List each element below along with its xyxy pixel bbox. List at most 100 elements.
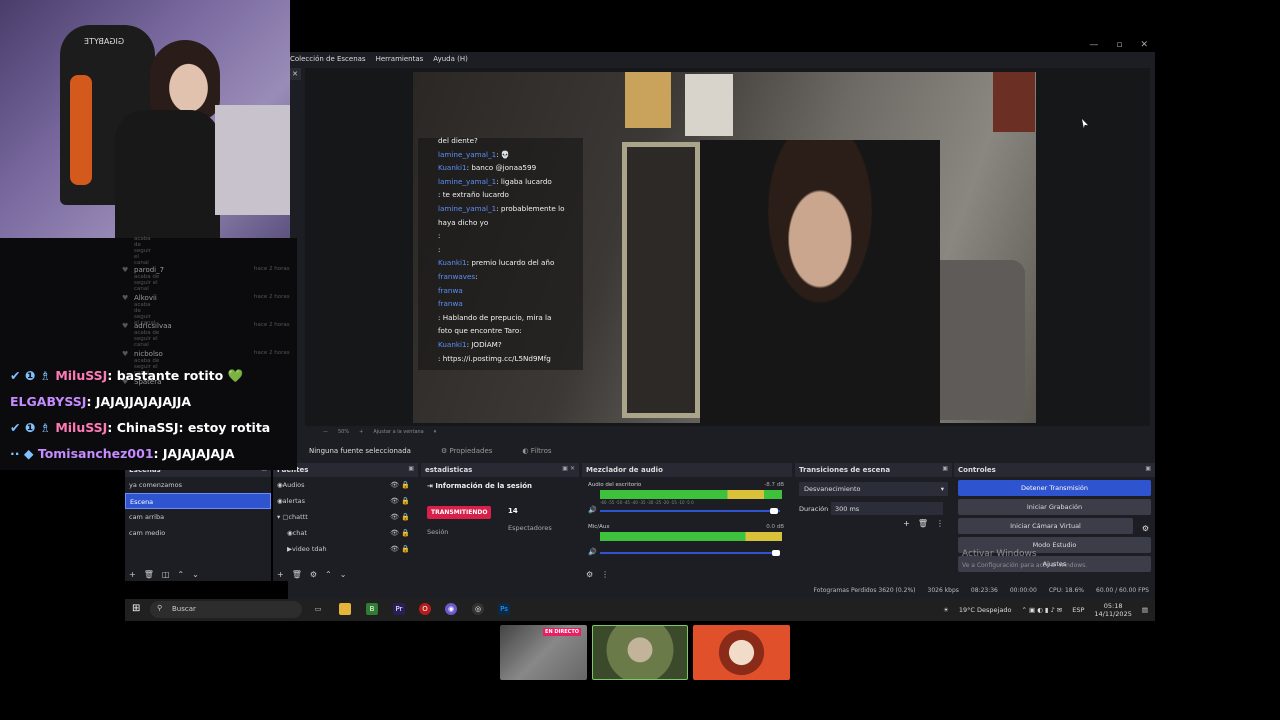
event-time: hace 2 horas [254, 294, 290, 300]
source-item[interactable]: ▶ video tdah 👁 🔒 [273, 541, 418, 557]
stream-time: 08:23:36 [970, 586, 998, 594]
taskbar-search[interactable]: ⚲ Buscar [150, 601, 302, 618]
dock-menu-icon[interactable]: ▣ [942, 465, 948, 472]
slider-handle[interactable] [770, 508, 778, 514]
clock[interactable]: 05:18 14/11/2025 [1094, 602, 1131, 618]
file-explorer-icon[interactable] [339, 603, 351, 615]
arrow-up-icon[interactable]: ⌃ [177, 570, 184, 579]
source-name: video tdah [292, 545, 327, 553]
session-label: Sesión [427, 528, 449, 536]
filters-button[interactable]: ◐ Filtros [522, 447, 551, 455]
streamer-body [115, 110, 220, 238]
photoshop-icon[interactable]: Ps [498, 603, 510, 615]
visibility-lock-icon[interactable]: 👁 🔒 [390, 481, 410, 489]
windows-start-icon[interactable]: ⊞ [132, 603, 140, 614]
add-icon[interactable]: + [903, 519, 910, 528]
live-badge: EN DIRECTO [543, 628, 581, 636]
tray-icons[interactable]: ⌃ ▣ ◐ ▮ ♪ ✉ [1021, 606, 1062, 614]
chat-message: ✔ ❶ ♗ MiluSSJ: bastante rotito 💚 [10, 368, 243, 384]
close-icon[interactable]: ▣ ✕ [562, 465, 575, 472]
duration-label: Duración [799, 505, 829, 513]
arrow-up-icon[interactable]: ⌃ [325, 570, 332, 579]
source-item[interactable]: ◉ chat 👁 🔒 [273, 525, 418, 541]
premiere-icon[interactable]: Pr [393, 603, 405, 615]
visibility-lock-icon[interactable]: 👁 🔒 [390, 545, 410, 553]
properties-button[interactable]: ⚙ Propiedades [441, 447, 492, 455]
visibility-lock-icon[interactable]: 👁 🔒 [390, 529, 410, 537]
source-item[interactable]: ◉ Audios 👁 🔒 [273, 477, 418, 493]
notification-icon[interactable]: ▤ [1142, 606, 1148, 614]
close-icon[interactable]: ✕ [1140, 40, 1148, 50]
zoom-in-icon[interactable]: + [359, 429, 363, 435]
fit-window-button[interactable]: Ajustar a la ventana [373, 429, 423, 435]
add-icon[interactable]: + [277, 570, 284, 579]
visibility-lock-icon[interactable]: 👁 🔒 [390, 513, 410, 521]
overlay-chat-text: : probablemente lo [496, 203, 565, 213]
sources-dock: Fuentes ▣ ◉ Audios 👁 🔒 ◉ alertas 👁 🔒 ▾ ▢ chat… [273, 463, 418, 581]
gear-icon[interactable]: ⚙ [310, 570, 317, 579]
overlay-chat-line: foto que encontre Taro: [438, 324, 588, 338]
stats-title: estadisticas [425, 466, 473, 474]
overlay-chat-line: : te extraño lucardo [438, 188, 588, 202]
gear-icon[interactable]: ⚙ [586, 570, 593, 579]
transition-select[interactable]: Desvanecimiento ▾ [799, 482, 948, 496]
zoom-out-icon[interactable]: — [323, 429, 328, 435]
slider-handle[interactable] [772, 550, 780, 556]
arrow-down-icon[interactable]: ⌄ [192, 570, 199, 579]
event-time: hace 2 horas [254, 350, 290, 356]
more-icon[interactable]: ⋮ [936, 519, 944, 528]
desktop-volume-slider[interactable] [600, 508, 780, 514]
overlay-chat-user: lamine_yamal_1 [438, 203, 497, 213]
obs-icon[interactable]: ◎ [472, 603, 484, 615]
task-view-icon[interactable]: ▭ [312, 603, 324, 615]
source-item[interactable]: ▾ ▢ chattt 👁 🔒 [273, 509, 418, 525]
maximize-icon[interactable]: ▫ [1116, 40, 1122, 50]
overlay-chat-text: : JODÍAM? [466, 339, 502, 349]
source-item[interactable]: ◉ alertas 👁 🔒 [273, 493, 418, 509]
overlay-chat-text: haya dicho yo [438, 217, 489, 227]
trash-icon[interactable]: 🗑 [144, 570, 154, 579]
speaker-icon[interactable]: 🔊 [588, 506, 597, 514]
language[interactable]: ESP [1072, 606, 1084, 614]
opera-icon[interactable]: O [419, 603, 431, 615]
gear-icon[interactable]: ⚙ [1142, 524, 1149, 533]
stop-stream-button[interactable]: Detener Transmisión [958, 480, 1151, 496]
avatar-thumbnail[interactable] [693, 625, 790, 680]
transition-toolbar: + 🗑 ⋮ [903, 519, 944, 528]
close-dock-icon[interactable]: ✕ [289, 68, 301, 80]
minimize-icon[interactable]: — [1089, 40, 1098, 50]
more-icon[interactable]: ⋮ [601, 570, 609, 579]
menu-help[interactable]: Ayuda (H) [433, 55, 468, 65]
chevron-down-icon[interactable]: ▾ [434, 429, 437, 435]
mic-volume-slider[interactable] [600, 550, 780, 556]
menu-scene-collection[interactable]: Colección de Escenas [290, 55, 366, 65]
menu-tools[interactable]: Herramientas [376, 55, 424, 65]
virtual-camera-button[interactable]: Iniciar Cámara Virtual [958, 518, 1133, 534]
dock-menu-icon[interactable]: ▣ [408, 465, 414, 472]
visibility-lock-icon[interactable]: 👁 🔒 [390, 497, 410, 505]
scene-item[interactable]: Escena [125, 493, 271, 509]
app-b-icon[interactable]: B [366, 603, 378, 615]
weather-text[interactable]: 19°C Despejado [959, 606, 1012, 614]
trash-icon[interactable]: 🗑 [292, 570, 302, 579]
dropped-frames: Fotogramas Perdidos 3620 (0.2%) [813, 586, 916, 594]
stream-thumbnail[interactable]: EN DIRECTO [500, 625, 587, 680]
dock-menu-icon[interactable]: ▣ [1145, 465, 1151, 472]
scene-item[interactable]: ya comenzamos [125, 477, 271, 493]
start-recording-button[interactable]: Iniciar Grabación [958, 499, 1151, 515]
trash-icon[interactable]: 🗑 [918, 519, 928, 528]
viewers-label: Espectadores [508, 524, 552, 532]
filter-icon[interactable]: ◫ [162, 570, 170, 579]
badge-icons: ✔ ❶ ♗ [10, 368, 56, 383]
duration-input[interactable]: 300 ms [831, 502, 943, 515]
scene-item[interactable]: cam arriba [125, 509, 271, 525]
discord-icon[interactable]: ◉ [445, 603, 457, 615]
scene-item[interactable]: cam medio [125, 525, 271, 541]
speaker-icon[interactable]: 🔊 [588, 548, 597, 556]
activation-watermark-title: Activar Windows [962, 549, 1037, 559]
avatar-thumbnail[interactable] [592, 625, 688, 680]
overlay-chat-line: franwa [438, 284, 588, 298]
scenes-toolbar: + 🗑 ◫ ⌃ ⌄ [129, 570, 199, 579]
arrow-down-icon[interactable]: ⌄ [340, 570, 347, 579]
add-icon[interactable]: + [129, 570, 136, 579]
